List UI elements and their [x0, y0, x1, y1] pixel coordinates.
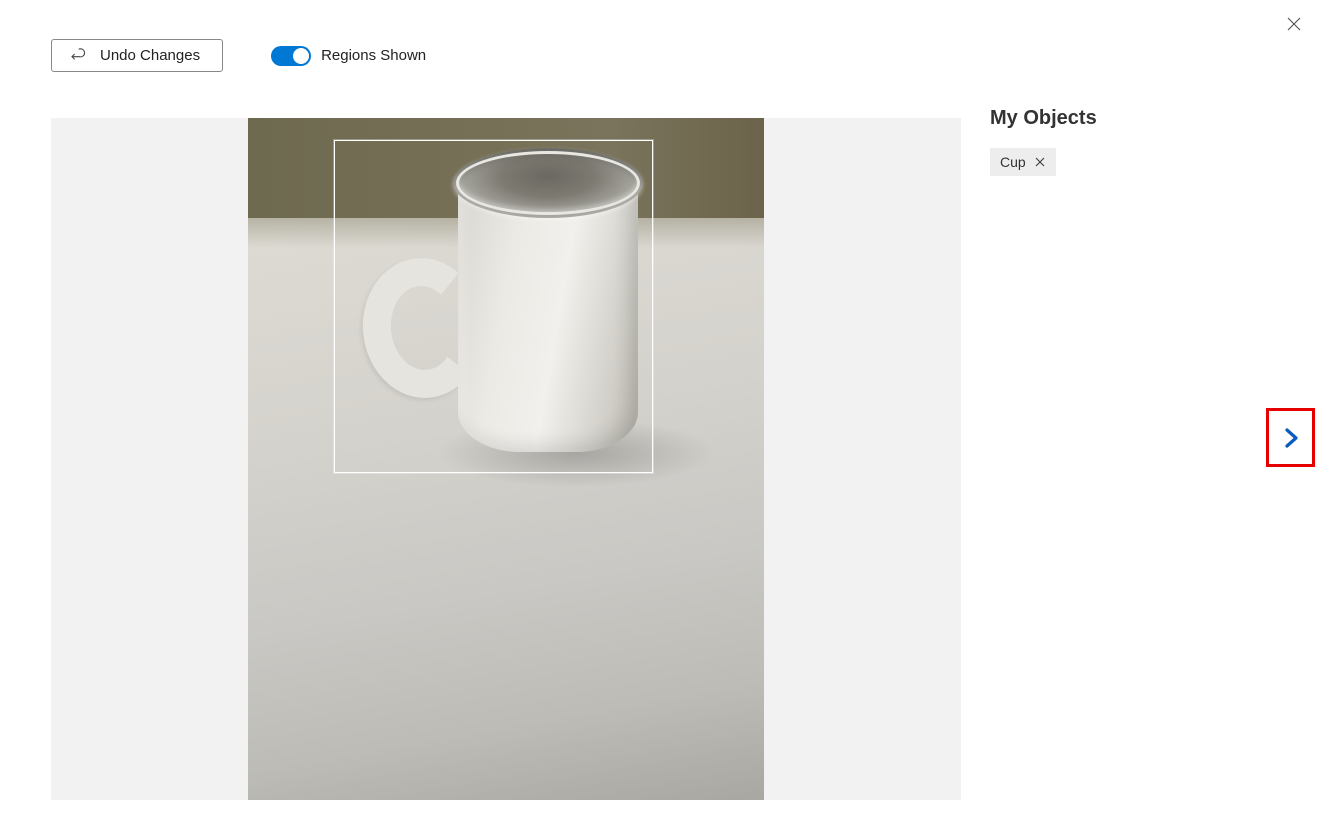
close-button[interactable] — [1282, 12, 1306, 36]
remove-tag-button[interactable] — [1032, 154, 1048, 170]
close-icon — [1034, 156, 1046, 168]
toolbar: Undo Changes Regions Shown — [51, 39, 426, 72]
object-tag-label: Cup — [1000, 154, 1026, 170]
object-tag-cup[interactable]: Cup — [990, 148, 1056, 176]
sidebar-title: My Objects — [990, 107, 1240, 130]
next-image-button[interactable] — [1266, 408, 1315, 467]
image-canvas[interactable] — [51, 118, 961, 800]
chevron-right-icon — [1279, 423, 1303, 453]
undo-icon — [70, 48, 86, 64]
regions-shown-toggle[interactable] — [271, 46, 311, 66]
objects-sidebar: My Objects Cup — [990, 107, 1240, 176]
undo-label: Undo Changes — [100, 47, 200, 64]
regions-toggle-wrap: Regions Shown — [271, 46, 426, 66]
undo-changes-button[interactable]: Undo Changes — [51, 39, 223, 72]
bounding-box-cup[interactable] — [334, 140, 653, 473]
training-image — [248, 118, 764, 800]
close-icon — [1285, 15, 1303, 33]
toggle-knob — [293, 48, 309, 64]
regions-toggle-label: Regions Shown — [321, 47, 426, 64]
